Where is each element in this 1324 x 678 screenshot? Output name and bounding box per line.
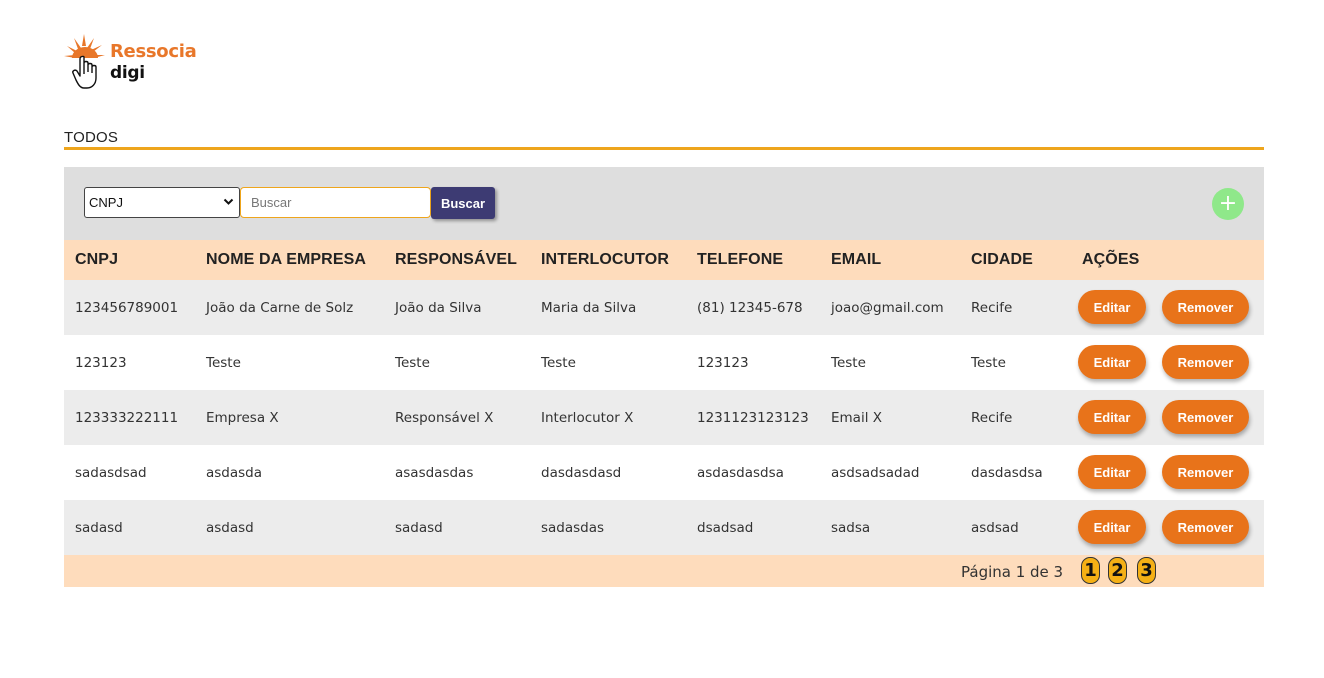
cell-responsible: Teste: [384, 335, 530, 390]
edit-button[interactable]: Editar: [1078, 400, 1146, 434]
column-header-email: EMAIL: [820, 240, 960, 280]
cell-cnpj: 123333222111: [64, 390, 195, 445]
brand-name-line2: digi: [110, 63, 145, 83]
add-button[interactable]: +: [1212, 188, 1244, 220]
brand-logo: Ressocia digi: [64, 32, 197, 92]
chevron-down-icon: [223, 198, 234, 205]
cell-interlocutor: Teste: [530, 335, 686, 390]
column-header-company-name: NOME DA EMPRESA: [195, 240, 384, 280]
cell-email: Email X: [820, 390, 960, 445]
cell-cnpj: sadasd: [64, 500, 195, 555]
cell-phone: dsadsad: [686, 500, 820, 555]
page-button-3[interactable]: 3: [1137, 557, 1156, 584]
cell-phone: (81) 12345-678: [686, 280, 820, 335]
companies-table: CNPJ NOME DA EMPRESA RESPONSÁVEL INTERLO…: [64, 240, 1264, 555]
brand-name-line1: Ressocia: [110, 41, 197, 62]
cell-city: Recife: [960, 390, 1071, 445]
cell-email: joao@gmail.com: [820, 280, 960, 335]
cell-responsible: asasdasdas: [384, 445, 530, 500]
table-row: 123123 Teste Teste Teste 123123 Teste Te…: [64, 335, 1264, 390]
remove-button[interactable]: Remover: [1162, 290, 1249, 324]
cell-interlocutor: Maria da Silva: [530, 280, 686, 335]
cell-email: Teste: [820, 335, 960, 390]
cell-actions: Editar Remover: [1071, 335, 1264, 390]
cell-actions: Editar Remover: [1071, 280, 1264, 335]
cell-phone: asdasdasdsa: [686, 445, 820, 500]
plus-icon: +: [1218, 191, 1238, 216]
section-title: TODOS: [64, 129, 119, 146]
column-header-actions: AÇÕES: [1071, 240, 1264, 280]
cell-interlocutor: dasdasdasd: [530, 445, 686, 500]
table-header-row: CNPJ NOME DA EMPRESA RESPONSÁVEL INTERLO…: [64, 240, 1264, 280]
section-divider: [64, 147, 1264, 150]
table-row: sadasd asdasd sadasd sadasdas dsadsad sa…: [64, 500, 1264, 555]
edit-button[interactable]: Editar: [1078, 290, 1146, 324]
remove-button[interactable]: Remover: [1162, 510, 1249, 544]
remove-button[interactable]: Remover: [1162, 345, 1249, 379]
edit-button[interactable]: Editar: [1078, 455, 1146, 489]
cell-city: dasdasdsa: [960, 445, 1071, 500]
cell-actions: Editar Remover: [1071, 390, 1264, 445]
cell-actions: Editar Remover: [1071, 500, 1264, 555]
column-header-responsible: RESPONSÁVEL: [384, 240, 530, 280]
sun-hand-logo-icon: [64, 34, 105, 89]
search-input[interactable]: [240, 187, 431, 218]
cell-city: Teste: [960, 335, 1071, 390]
table-row: 123333222111 Empresa X Responsável X Int…: [64, 390, 1264, 445]
remove-button[interactable]: Remover: [1162, 400, 1249, 434]
table-row: sadasdsad asdasda asasdasdas dasdasdasd …: [64, 445, 1264, 500]
column-header-city: CIDADE: [960, 240, 1071, 280]
cell-phone: 123123: [686, 335, 820, 390]
pagination-label: Página 1 de 3: [961, 563, 1064, 581]
column-header-cnpj: CNPJ: [64, 240, 195, 280]
cell-company-name: Empresa X: [195, 390, 384, 445]
cell-actions: Editar Remover: [1071, 445, 1264, 500]
column-header-phone: TELEFONE: [686, 240, 820, 280]
cell-cnpj: 123123: [64, 335, 195, 390]
remove-button[interactable]: Remover: [1162, 455, 1249, 489]
edit-button[interactable]: Editar: [1078, 345, 1146, 379]
cell-responsible: João da Silva: [384, 280, 530, 335]
edit-button[interactable]: Editar: [1078, 510, 1146, 544]
cell-interlocutor: sadasdas: [530, 500, 686, 555]
cell-city: asdsad: [960, 500, 1071, 555]
cell-interlocutor: Interlocutor X: [530, 390, 686, 445]
cell-city: Recife: [960, 280, 1071, 335]
filter-select[interactable]: CNPJ: [84, 187, 240, 218]
column-header-interlocutor: INTERLOCUTOR: [530, 240, 686, 280]
filter-select-value: CNPJ: [89, 195, 123, 210]
cell-responsible: sadasd: [384, 500, 530, 555]
search-toolbar: CNPJ Buscar +: [64, 167, 1264, 240]
cell-cnpj: sadasdsad: [64, 445, 195, 500]
search-button[interactable]: Buscar: [431, 187, 495, 219]
cell-responsible: Responsável X: [384, 390, 530, 445]
cell-company-name: Teste: [195, 335, 384, 390]
cell-cnpj: 123456789001: [64, 280, 195, 335]
cell-email: asdsadsadad: [820, 445, 960, 500]
cell-phone: 1231123123123: [686, 390, 820, 445]
cell-company-name: João da Carne de Solz: [195, 280, 384, 335]
cell-company-name: asdasda: [195, 445, 384, 500]
table-row: 123456789001 João da Carne de Solz João …: [64, 280, 1264, 335]
page-button-2[interactable]: 2: [1108, 557, 1127, 584]
page-button-1[interactable]: 1: [1081, 557, 1100, 584]
pagination-bar: Página 1 de 3 1 2 3: [64, 555, 1264, 587]
cell-email: sadsa: [820, 500, 960, 555]
cell-company-name: asdasd: [195, 500, 384, 555]
